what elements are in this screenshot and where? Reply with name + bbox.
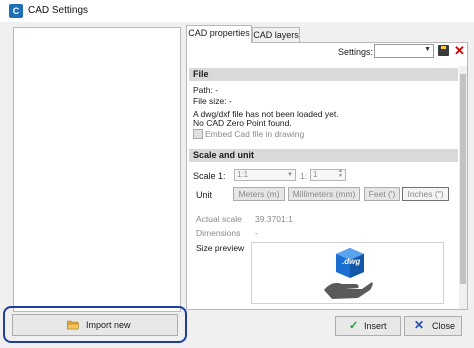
embed-checkbox[interactable] bbox=[193, 129, 203, 139]
scale-dropdown[interactable]: 1:1 ▼ bbox=[234, 169, 296, 181]
highlight-outline bbox=[3, 306, 187, 343]
scale-stepper[interactable]: 1 ▲ ▼ bbox=[310, 169, 346, 181]
tab-cad-properties-label: CAD properties bbox=[188, 28, 250, 38]
app-icon: C bbox=[9, 4, 23, 18]
checkmark-icon: ✓ bbox=[349, 320, 359, 332]
unit-inches-button[interactable]: Inches (") bbox=[402, 187, 449, 201]
file-list-pane[interactable] bbox=[13, 27, 181, 312]
window-title: CAD Settings bbox=[28, 5, 89, 16]
actual-scale-label: Actual scale bbox=[196, 214, 242, 224]
insert-button[interactable]: ✓ Insert bbox=[335, 316, 401, 336]
close-label: Close bbox=[432, 321, 456, 331]
unit-millimeters-button[interactable]: Millimeters (mm) bbox=[288, 187, 360, 201]
dwg-file-icon bbox=[324, 248, 373, 299]
embed-label: Embed Cad file in drawing bbox=[205, 129, 305, 139]
tab-cad-properties[interactable]: CAD properties bbox=[186, 25, 252, 43]
spin-arrows-icon: ▲ ▼ bbox=[338, 168, 343, 179]
settings-dropdown[interactable]: ▼ bbox=[374, 44, 434, 58]
zero-point-message: No CAD Zero Point found. bbox=[193, 118, 292, 128]
scrollbar-thumb[interactable] bbox=[460, 74, 466, 284]
scale-separator: 1: bbox=[300, 171, 308, 181]
size-preview-label: Size preview bbox=[196, 243, 245, 253]
dimensions-label: Dimensions bbox=[196, 228, 241, 238]
save-icon[interactable] bbox=[438, 45, 449, 56]
file-size-text: File size: - bbox=[193, 96, 232, 106]
cad-settings-window: C CAD Settings Import new CAD properties… bbox=[0, 0, 474, 348]
title-bar: C CAD Settings bbox=[0, 0, 474, 22]
scale-value: 1:1 bbox=[237, 170, 249, 179]
close-icon: ✕ bbox=[414, 318, 425, 332]
size-preview-box: .dwg bbox=[251, 242, 444, 304]
tab-cad-layers[interactable]: CAD layers bbox=[252, 27, 300, 43]
tab-cad-layers-label: CAD layers bbox=[253, 30, 299, 40]
insert-label: Insert bbox=[364, 321, 387, 331]
file-section-header: File bbox=[189, 68, 458, 81]
unit-meters-button[interactable]: Meters (m) bbox=[233, 187, 285, 201]
chevron-down-icon: ▼ bbox=[287, 172, 293, 178]
scale-section-header: Scale and unit bbox=[189, 149, 458, 162]
scale-stepper-value: 1 bbox=[313, 170, 318, 179]
dwg-badge-text: .dwg bbox=[342, 257, 361, 266]
actual-scale-value: 39.3701:1 bbox=[255, 214, 293, 224]
scrollbar[interactable] bbox=[459, 66, 467, 309]
unit-feet-button[interactable]: Feet (') bbox=[364, 187, 400, 201]
dimensions-value: - bbox=[255, 228, 258, 238]
delete-icon[interactable]: ✕ bbox=[454, 43, 465, 59]
scale-label: Scale 1: bbox=[193, 171, 226, 181]
path-text: Path: - bbox=[193, 85, 219, 95]
chevron-down-icon: ▼ bbox=[424, 46, 431, 53]
settings-label: Settings: bbox=[338, 47, 374, 57]
close-button[interactable]: ✕ Close bbox=[404, 316, 462, 336]
unit-label: Unit bbox=[196, 190, 213, 200]
